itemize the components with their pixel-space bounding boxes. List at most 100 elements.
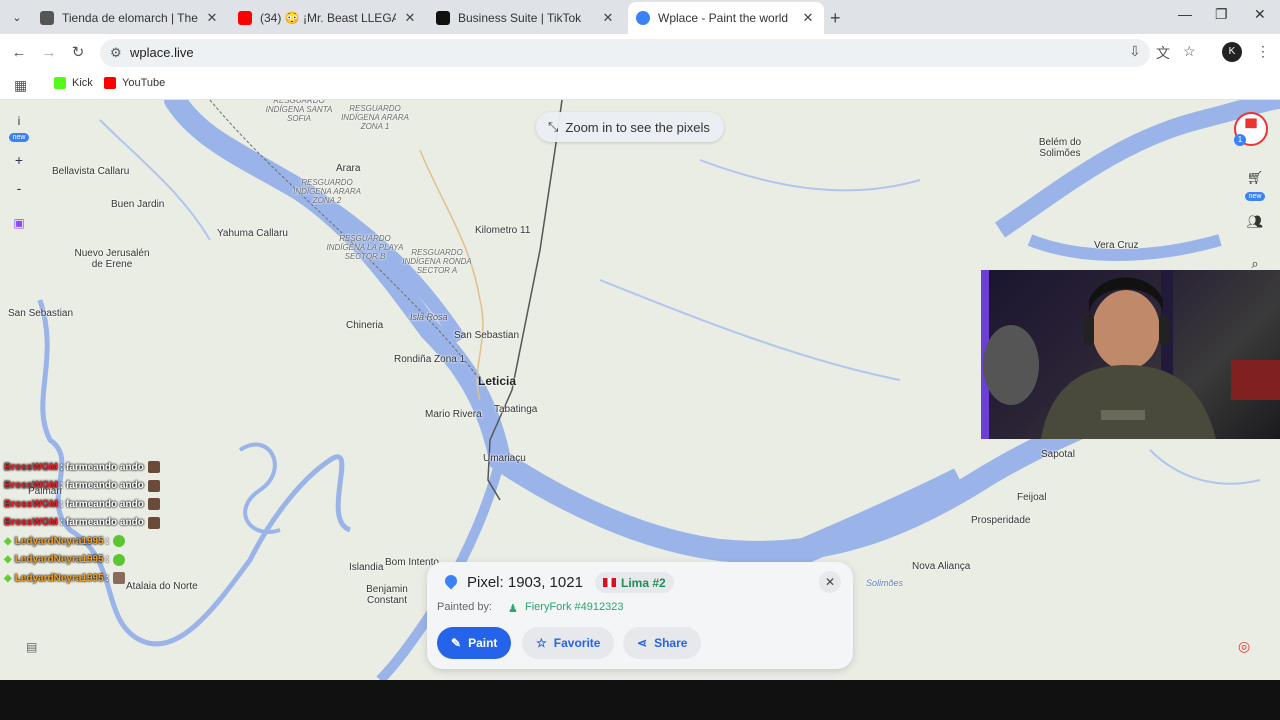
- chat-text: : farmeando ando: [59, 517, 144, 529]
- site-info-icon[interactable]: ⚙: [110, 45, 122, 61]
- share-button-label: Share: [654, 636, 688, 650]
- tab-search-button[interactable]: ⌄: [6, 6, 28, 28]
- minimize-button[interactable]: —: [1178, 6, 1192, 22]
- emote-icon: [147, 479, 160, 492]
- chat-message: BrossWGM : farmeando ando: [4, 495, 174, 514]
- favorite-button[interactable]: ☆ Favorite: [522, 627, 615, 659]
- reload-button[interactable]: ↻: [67, 42, 89, 64]
- chat-text: : farmeando ando: [59, 498, 144, 510]
- chat-message: ◆ LedyardNeyra1995 :: [4, 569, 174, 588]
- profile-avatar[interactable]: K: [1222, 42, 1242, 62]
- chat-text: :: [105, 554, 109, 566]
- place-label: Arara: [336, 163, 361, 174]
- apps-grid-icon[interactable]: ▦: [14, 77, 27, 94]
- bookmark-youtube[interactable]: YouTube: [104, 77, 165, 89]
- region-badge[interactable]: Lima #2: [595, 572, 674, 593]
- chat-text: :: [105, 572, 109, 584]
- zoom-in-button[interactable]: +: [6, 152, 32, 168]
- tab-elomarch[interactable]: Tienda de elomarch | The best C ✕: [32, 4, 228, 32]
- tab-kick-video[interactable]: (34) 😳 ¡Mr. Beast LLEGA a KICK ✕: [230, 4, 426, 32]
- tab-tiktok[interactable]: Business Suite | TikTok ✕: [428, 4, 624, 32]
- bookmark-label: Kick: [72, 77, 93, 89]
- tab-title: Business Suite | TikTok: [458, 11, 582, 25]
- zoom-out-button[interactable]: -: [6, 180, 32, 196]
- chat-message: BrossWGM : farmeando ando: [4, 514, 174, 533]
- place-label: Mario Rivera: [425, 409, 482, 420]
- close-icon[interactable]: ✕: [204, 10, 220, 26]
- river-label: Solimões: [866, 578, 904, 588]
- locate-icon[interactable]: ◎: [1238, 638, 1250, 655]
- close-icon[interactable]: ✕: [800, 10, 816, 26]
- chat-message: ◆ LedyardNeyra1995 :: [4, 532, 174, 551]
- menu-icon[interactable]: ⋮: [1256, 43, 1270, 60]
- forward-button[interactable]: →: [38, 42, 60, 64]
- browser-toolbar: ← → ↻ ⚙ wplace.live ⇩ 文 ☆ ⋮: [0, 34, 1280, 72]
- painted-by-label: Painted by:: [437, 601, 493, 613]
- browser-window: ⌄ Tienda de elomarch | The best C ✕ (34)…: [0, 0, 1280, 680]
- place-label: Nuevo Jerusalén de Erene: [74, 248, 150, 270]
- place-label: San Sebastian: [454, 330, 520, 341]
- favorite-button-label: Favorite: [553, 636, 601, 650]
- place-label: Isla Rosa: [410, 312, 448, 322]
- chat-username: LedyardNeyra1995: [14, 535, 104, 547]
- close-icon[interactable]: ✕: [600, 10, 616, 26]
- letterbox-bar: [0, 680, 1280, 720]
- back-button[interactable]: ←: [8, 42, 30, 64]
- bookmark-label: YouTube: [122, 77, 166, 89]
- new-tab-button[interactable]: +: [830, 8, 841, 29]
- info-button[interactable]: i new: [6, 114, 32, 142]
- translate-icon[interactable]: 文: [1156, 43, 1170, 63]
- zoom-hint-pill[interactable]: ⤡ Zoom in to see the pixels: [536, 112, 724, 142]
- place-label: Prosperidade: [971, 515, 1031, 526]
- users-icon[interactable]: 👥︎: [1240, 214, 1270, 230]
- layers-icon[interactable]: ▤: [26, 640, 37, 654]
- reserve-label: RESGUARDO INDÍGENA RONDA SECTOR A: [402, 248, 472, 275]
- chat-message: BrossWGM : farmeando ando: [4, 477, 174, 496]
- share-button[interactable]: ⋖ Share: [623, 627, 702, 659]
- place-label: Belém do Solimões: [1038, 137, 1082, 159]
- pixel-coordinates: Pixel: 1903, 1021: [467, 574, 583, 591]
- place-label: Benjamin Constant: [366, 584, 408, 606]
- place-label: Rondiña Zona 1: [394, 354, 466, 365]
- bookmark-kick[interactable]: Kick: [54, 77, 93, 89]
- close-icon[interactable]: ✕: [402, 10, 418, 26]
- place-label: Vera Cruz: [1094, 240, 1139, 251]
- bookmark-star-icon[interactable]: ☆: [1183, 43, 1196, 60]
- place-label: Tabatinga: [494, 404, 538, 415]
- world-map[interactable]: RESGUARDO INDÍGENA SANTA SOFIA RESGUARDO…: [0, 100, 1280, 680]
- painter-avatar-icon: ♟: [508, 603, 518, 615]
- place-label: Feijoal: [1017, 492, 1047, 503]
- place-label: Sapotal: [1041, 449, 1075, 460]
- maximize-button[interactable]: ❐: [1215, 6, 1228, 23]
- close-window-button[interactable]: ✕: [1254, 6, 1266, 23]
- emote-icon: [113, 553, 125, 566]
- url-text[interactable]: wplace.live: [130, 45, 194, 60]
- chat-message: ◆ LedyardNeyra1995 :: [4, 551, 174, 570]
- streamer-webcam: [981, 270, 1280, 439]
- city-label: Leticia: [478, 374, 517, 388]
- tab-strip: ⌄ Tienda de elomarch | The best C ✕ (34)…: [0, 0, 1280, 34]
- store-button[interactable]: 🛒︎ new: [1240, 170, 1270, 201]
- twitch-icon[interactable]: ▣: [6, 216, 32, 230]
- paint-button[interactable]: ✎ Paint: [437, 627, 512, 659]
- place-label: Islandia: [349, 562, 384, 573]
- brush-icon: ✎: [451, 636, 462, 650]
- location-pin-icon: [442, 572, 460, 590]
- install-app-icon[interactable]: ⇩: [1129, 43, 1141, 60]
- emote-icon: [147, 498, 160, 511]
- chat-text: : farmeando ando: [59, 480, 144, 492]
- place-label: Kilometro 11: [475, 225, 531, 236]
- close-panel-button[interactable]: ✕: [819, 571, 841, 593]
- place-label: Chineria: [346, 320, 384, 331]
- kick-icon: [54, 77, 66, 89]
- tab-wplace[interactable]: Wplace - Paint the world ✕: [628, 2, 824, 34]
- avatar-count-badge: 1: [1234, 134, 1246, 146]
- region-name: Lima #2: [621, 575, 666, 590]
- chat-username: BrossWGM: [4, 498, 58, 510]
- diamond-badge-icon: ◆: [4, 554, 12, 566]
- zoom-hint-text: Zoom in to see the pixels: [565, 119, 710, 135]
- new-badge: new: [1244, 192, 1266, 201]
- bookmarks-bar: ▦ Kick YouTube: [0, 72, 1280, 100]
- address-bar[interactable]: ⚙ wplace.live: [100, 39, 1150, 67]
- painter-name[interactable]: FieryFork #4912323: [525, 601, 623, 613]
